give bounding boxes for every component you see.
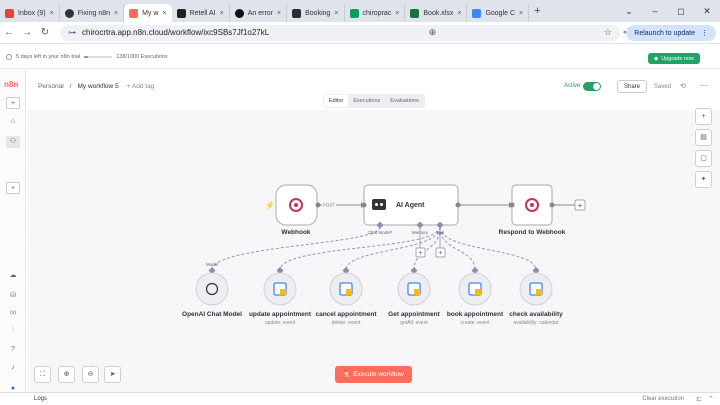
add-next-plus-icon: + [578, 201, 583, 210]
book-sub: create: event [461, 320, 491, 326]
update-sub: update: event [265, 320, 296, 326]
book-label: book appointment [447, 311, 504, 318]
clear-execution-button[interactable]: Clear execution [642, 396, 684, 402]
openai-label: OpenAI Chat Model [182, 311, 242, 318]
robot-eye-left [375, 203, 378, 206]
logs-label: Logs [34, 396, 48, 402]
add-tool-plus-icon: + [438, 250, 442, 257]
sticky-note-icon[interactable]: ▤ [695, 129, 712, 146]
memory-port-label: Memory [412, 230, 429, 235]
get-sub: getAll: event [400, 320, 428, 326]
check-sub: availability: calendar [513, 320, 558, 326]
add-next-node-button[interactable]: + [574, 199, 586, 211]
webhook-output-port[interactable] [315, 202, 321, 208]
calendar-corner [475, 289, 481, 295]
workflow-graph: POST ⚡ Webhook AI Agent Chat Model* Memo… [182, 184, 586, 326]
collapse-icon[interactable]: ⌃ [708, 395, 714, 403]
calendar-corner [536, 289, 542, 295]
cancel-sub: delete: event [332, 320, 361, 326]
webhook-icon-dot [294, 203, 298, 207]
webhook-icon-dot [530, 203, 534, 207]
bolt-icon: ⚡ [265, 200, 275, 210]
panel-icon[interactable]: ▢ [695, 150, 712, 167]
robot-eye-right [380, 203, 383, 206]
webhook-node[interactable]: ⚡ Webhook [265, 184, 321, 236]
add-node-icon[interactable]: + [695, 108, 712, 125]
respond-label: Respond to Webhook [499, 229, 566, 236]
execute-workflow-button[interactable]: ⚗ Execute workflow [335, 366, 412, 383]
update-label: update appointment [249, 311, 312, 318]
cursor-icon[interactable]: ➤ [104, 366, 121, 383]
book-appointment-node[interactable]: book appointment create: event [447, 266, 504, 326]
get-label: Get appointment [388, 311, 440, 318]
openai-chat-model-node[interactable]: Model OpenAI Chat Model [182, 262, 242, 318]
cancel-label: cancel appointment [315, 311, 377, 318]
ai-agent-node[interactable]: AI Agent Chat Model* Memory Tool [361, 184, 461, 235]
cancel-appointment-node[interactable]: cancel appointment delete: event [315, 266, 377, 326]
respond-input-port[interactable] [509, 202, 515, 208]
chat-model-port-label: Chat Model* [368, 230, 393, 235]
respond-node[interactable]: Respond to Webhook [499, 184, 566, 236]
execute-label: Execute workflow [353, 371, 404, 378]
zoom-in-icon[interactable]: ⊕ [58, 366, 75, 383]
tool-port-label: Tool [436, 230, 444, 235]
calendar-corner [280, 289, 286, 295]
calendar-corner [346, 289, 352, 295]
add-tool-button[interactable]: + [435, 247, 446, 258]
check-label: check availability [509, 311, 563, 318]
resize-icon[interactable]: ⊏ [696, 395, 702, 403]
check-availability-node[interactable]: check availability availability: calenda… [509, 266, 563, 326]
add-memory-plus-icon: + [418, 250, 422, 257]
agent-input-port[interactable] [361, 202, 367, 208]
add-memory-button[interactable]: + [415, 247, 426, 258]
post-label: POST [323, 203, 336, 208]
model-port-label: Model [206, 262, 218, 267]
flask-icon: ⚗ [343, 371, 350, 379]
logs-bar[interactable]: Logs Clear execution ⊏ ⌃ [0, 392, 720, 405]
ai-assistant-icon[interactable]: ✦ [695, 171, 712, 188]
openai-node-circle[interactable] [195, 272, 229, 306]
zoom-out-icon[interactable]: ⊖ [82, 366, 99, 383]
calendar-corner [414, 289, 420, 295]
webhook-label: Webhook [281, 229, 311, 236]
ai-agent-label: AI Agent [396, 202, 425, 209]
robot-icon [372, 199, 386, 210]
respond-output-port[interactable] [549, 202, 555, 208]
agent-output-port[interactable] [455, 202, 461, 208]
fit-view-icon[interactable]: ⛶ [34, 366, 51, 383]
get-appointment-node[interactable]: Get appointment getAll: event [388, 266, 441, 326]
update-appointment-node[interactable]: update appointment update: event [249, 266, 312, 326]
